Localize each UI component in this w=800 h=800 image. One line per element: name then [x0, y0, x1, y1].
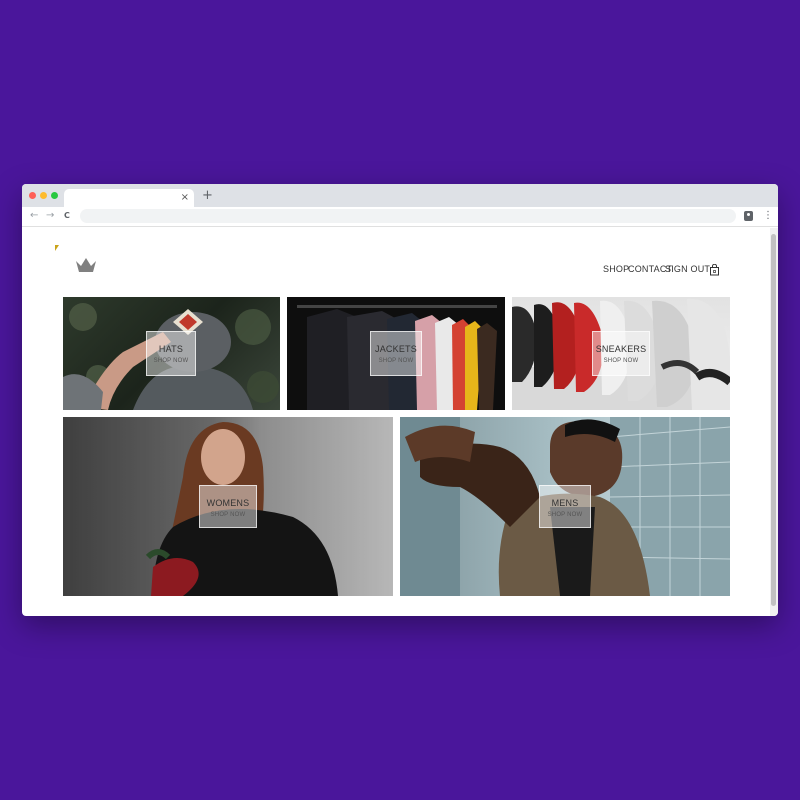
new-tab-button[interactable]: + — [202, 188, 213, 204]
category-label-sneakers[interactable]: SNEAKERS SHOP NOW — [592, 331, 650, 376]
browser-toolbar: ← → C ⋮ — [22, 207, 778, 227]
nav-signout-link[interactable]: SIGN OUT — [665, 264, 710, 274]
category-label-mens[interactable]: MENS SHOP NOW — [539, 485, 591, 528]
shop-now-link[interactable]: SHOP NOW — [540, 512, 590, 518]
category-tile-hats[interactable]: HATS SHOP NOW — [63, 297, 280, 410]
reload-icon[interactable]: C — [64, 209, 70, 223]
scrollbar-thumb[interactable] — [771, 234, 776, 606]
category-title: WOMENS — [206, 498, 250, 508]
minimize-window-button[interactable] — [40, 192, 47, 199]
category-label-womens[interactable]: WOMENS SHOP NOW — [199, 485, 257, 528]
forward-arrow-icon[interactable]: → — [46, 209, 54, 223]
shop-now-link[interactable]: SHOP NOW — [593, 358, 649, 364]
category-title: HATS — [158, 344, 184, 354]
window-controls — [29, 192, 58, 199]
close-window-button[interactable] — [29, 192, 36, 199]
browser-window: × + ← → C ⋮ SHOP CONTACT SIGN OUT HATS S… — [22, 184, 778, 616]
category-title: SNEAKERS — [595, 344, 647, 354]
category-label-hats[interactable]: HATS SHOP NOW — [146, 331, 196, 376]
profile-icon[interactable] — [744, 211, 753, 221]
shop-now-link[interactable]: SHOP NOW — [200, 512, 256, 518]
crown-icon[interactable] — [74, 256, 98, 274]
browser-tab[interactable]: × — [64, 189, 194, 207]
category-tile-womens[interactable]: WOMENS SHOP NOW — [63, 417, 393, 596]
category-title: JACKETS — [375, 344, 417, 354]
address-bar[interactable] — [80, 209, 736, 223]
category-tile-sneakers[interactable]: SNEAKERS SHOP NOW — [512, 297, 730, 410]
category-title: MENS — [551, 498, 579, 508]
category-label-jackets[interactable]: JACKETS SHOP NOW — [370, 331, 422, 376]
mouse-cursor-icon — [55, 245, 59, 251]
nav-shop-link[interactable]: SHOP — [603, 264, 629, 274]
tab-bar: × + — [22, 184, 778, 207]
page-scrollbar[interactable] — [770, 228, 778, 616]
browser-menu-icon[interactable]: ⋮ — [763, 210, 773, 222]
back-arrow-icon[interactable]: ← — [30, 209, 38, 223]
category-tile-jackets[interactable]: JACKETS SHOP NOW — [287, 297, 505, 410]
category-tile-mens[interactable]: MENS SHOP NOW — [400, 417, 730, 596]
tab-close-icon[interactable]: × — [181, 191, 189, 205]
shop-now-link[interactable]: SHOP NOW — [371, 358, 421, 364]
maximize-window-button[interactable] — [51, 192, 58, 199]
shop-now-link[interactable]: SHOP NOW — [147, 358, 195, 364]
shopping-bag-icon[interactable] — [709, 264, 720, 276]
